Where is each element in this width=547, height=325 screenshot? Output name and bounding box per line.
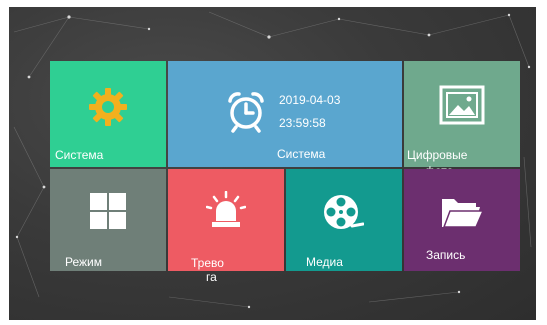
windows-icon xyxy=(90,193,126,234)
system-settings-tile[interactable]: Система xyxy=(50,61,166,167)
media-tile[interactable]: Медиа xyxy=(286,169,402,271)
folder-icon xyxy=(440,195,485,234)
photo-tile-label-line1: Цифровые xyxy=(407,148,468,162)
record-tile-label: Запись xyxy=(426,248,466,262)
system-tile-label: Система xyxy=(55,148,104,162)
mode-tile[interactable]: Режим xyxy=(50,169,166,271)
record-tile[interactable]: Запись xyxy=(404,169,520,271)
mode-tile-label: Режим xyxy=(65,255,102,269)
digital-photo-tile[interactable]: Цифровые фото xyxy=(404,61,520,178)
alarm-tile[interactable]: Трево га xyxy=(168,169,284,284)
alarm-clock-icon xyxy=(224,89,268,138)
picture-icon xyxy=(439,85,485,130)
media-tile-label: Медиа xyxy=(306,255,343,269)
home-screen: Система 2019-04-03 23:59:58 Система Цифр… xyxy=(9,7,536,320)
time-display: 23:59:58 xyxy=(279,116,326,130)
siren-icon xyxy=(205,190,247,234)
clock-tile-label: Система xyxy=(277,147,326,161)
clock-system-tile[interactable]: 2019-04-03 23:59:58 Система xyxy=(168,61,402,167)
film-reel-icon xyxy=(322,191,365,238)
alarm-tile-label-line2: га xyxy=(206,270,217,284)
gear-icon xyxy=(86,85,130,134)
date-display: 2019-04-03 xyxy=(279,93,341,107)
alarm-tile-label-line1: Трево xyxy=(191,256,224,270)
